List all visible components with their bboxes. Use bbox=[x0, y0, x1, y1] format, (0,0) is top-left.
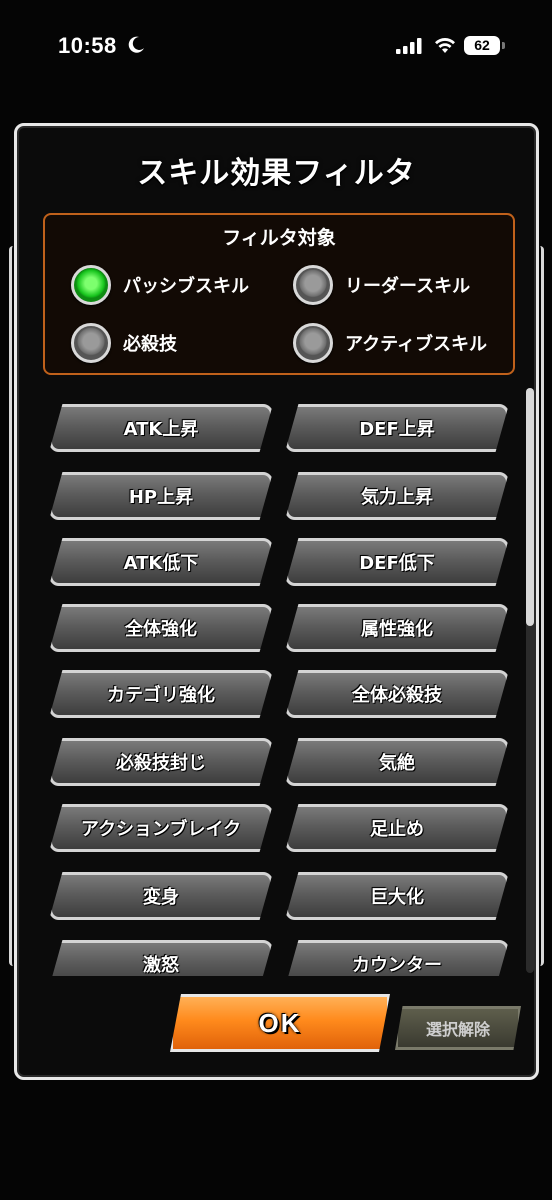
filter-button[interactable]: 激怒 bbox=[49, 940, 273, 976]
filter-button[interactable]: 巨大化 bbox=[285, 872, 509, 920]
home-indicator-area bbox=[0, 1175, 552, 1200]
filter-button[interactable]: 全体必殺技 bbox=[285, 670, 509, 718]
radio-super-attack[interactable]: 必殺技 bbox=[71, 321, 177, 365]
filter-button[interactable]: 属性強化 bbox=[285, 604, 509, 652]
status-bar: 10:58 62 bbox=[0, 0, 552, 90]
filter-button[interactable]: カテゴリ強化 bbox=[49, 670, 273, 718]
filter-button[interactable]: HP上昇 bbox=[49, 472, 273, 520]
frame-decoration-left bbox=[9, 246, 18, 966]
skill-filter-dialog: スキル効果フィルタ フィルタ対象 パッシブスキル リーダースキル 必殺技 アクテ… bbox=[9, 123, 544, 1080]
radio-selected-icon bbox=[71, 265, 111, 305]
filter-button[interactable]: 必殺技封じ bbox=[49, 738, 273, 786]
status-time: 10:58 bbox=[58, 33, 117, 58]
battery-icon bbox=[502, 42, 505, 49]
radio-passive-skill[interactable]: パッシブスキル bbox=[71, 263, 249, 307]
radio-unselected-icon bbox=[293, 265, 333, 305]
moon-icon bbox=[128, 36, 144, 53]
filter-button[interactable]: DEF上昇 bbox=[285, 404, 509, 452]
filter-button[interactable]: DEF低下 bbox=[285, 538, 509, 586]
filter-target-box: フィルタ対象 パッシブスキル リーダースキル 必殺技 アクティブスキル bbox=[43, 213, 515, 375]
frame-decoration-right bbox=[535, 246, 544, 966]
radio-unselected-icon bbox=[293, 323, 333, 363]
radio-active-skill[interactable]: アクティブスキル bbox=[293, 321, 487, 365]
radio-label: リーダースキル bbox=[345, 276, 471, 297]
filter-button[interactable]: カウンター bbox=[285, 940, 509, 976]
filter-button[interactable]: 変身 bbox=[49, 872, 273, 920]
radio-label: アクティブスキル bbox=[345, 334, 488, 355]
filter-button[interactable]: アクションブレイク bbox=[49, 804, 273, 852]
filter-button[interactable]: 気絶 bbox=[285, 738, 509, 786]
radio-label: パッシブスキル bbox=[123, 276, 249, 297]
scrollbar-thumb[interactable] bbox=[526, 388, 534, 626]
filter-button[interactable]: ATK上昇 bbox=[49, 404, 273, 452]
filter-button[interactable]: ATK低下 bbox=[49, 538, 273, 586]
dialog-title: スキル効果フィルタ bbox=[137, 156, 416, 191]
ok-button[interactable]: OK bbox=[170, 994, 390, 1052]
wifi-icon bbox=[435, 37, 455, 53]
clear-selection-button[interactable]: 選択解除 bbox=[395, 1006, 521, 1050]
battery-level: 62 bbox=[464, 36, 500, 55]
radio-leader-skill[interactable]: リーダースキル bbox=[293, 263, 470, 307]
filter-button[interactable]: 全体強化 bbox=[49, 604, 273, 652]
filter-target-label: フィルタ対象 bbox=[222, 227, 336, 249]
filter-button-list[interactable]: ATK上昇 DEF上昇 HP上昇 気力上昇 ATK低下 DEF低下 全体強化 属… bbox=[45, 396, 513, 976]
filter-button[interactable]: 足止め bbox=[285, 804, 509, 852]
radio-label: 必殺技 bbox=[123, 334, 177, 355]
radio-unselected-icon bbox=[71, 323, 111, 363]
cellular-signal-icon bbox=[396, 38, 422, 54]
filter-button[interactable]: 気力上昇 bbox=[285, 472, 509, 520]
